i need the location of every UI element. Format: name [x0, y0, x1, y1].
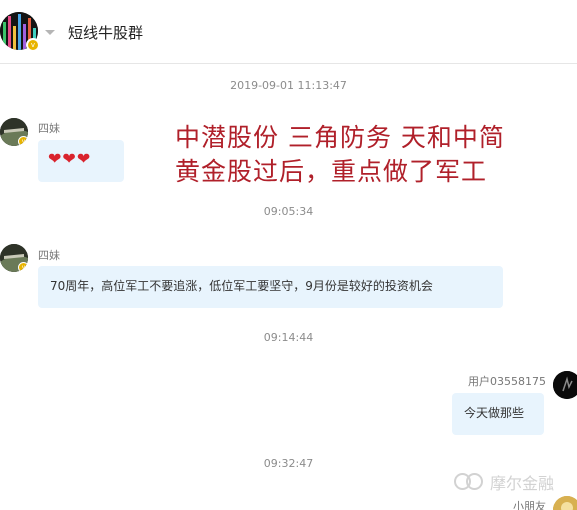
message-bubble[interactable]: 70周年，高位军工不要追涨，低位军工要坚守，9月份是较好的投资机会 [38, 266, 503, 308]
sender-avatar[interactable] [553, 496, 577, 510]
group-title: 短线牛股群 [68, 24, 144, 42]
overlay-annotation-line-1: 中潜股份 三角防务 天和中简 [175, 123, 505, 152]
watermark: 摩尔金融 [454, 470, 554, 494]
verified-badge-icon: v [26, 38, 40, 52]
message-bubble[interactable]: ❤❤❤ [38, 140, 124, 182]
sender-name: 四妹 [38, 249, 60, 262]
verified-badge-icon: v [18, 136, 28, 146]
sender-name: 四妹 [38, 122, 60, 135]
sender-avatar[interactable]: v [0, 244, 30, 274]
sender-avatar[interactable] [553, 371, 577, 401]
message-bubble[interactable]: 今天做那些 [452, 393, 544, 435]
message-timestamp: 09:32:47 [263, 457, 314, 470]
chat-header: v 短线牛股群 [0, 0, 577, 64]
message-timestamp: 2019-09-01 11:13:47 [230, 79, 347, 92]
watermark-text: 摩尔金融 [490, 474, 555, 493]
message-timestamp: 09:05:34 [263, 205, 314, 218]
sender-name: 用户03558175 [468, 375, 546, 388]
watermark-logo-icon [454, 472, 486, 492]
message-timestamp: 09:14:44 [263, 331, 314, 344]
sender-avatar[interactable]: v [0, 118, 30, 148]
overlay-annotation-line-2: 黄金股过后，重点做了军工 [175, 157, 488, 186]
sender-name: 小朋友 [513, 500, 546, 510]
verified-badge-icon: v [18, 262, 28, 272]
chevron-down-icon[interactable] [45, 30, 55, 35]
